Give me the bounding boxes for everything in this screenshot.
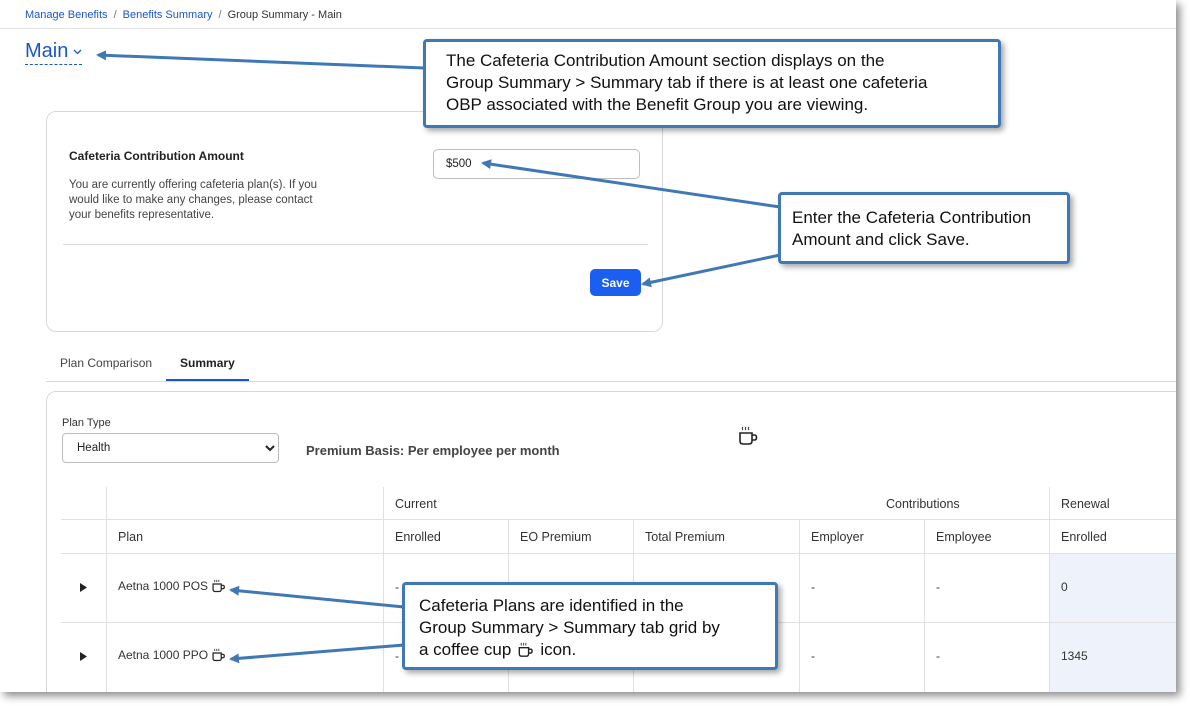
callout-line: Group Summary > Summary tab grid by	[419, 618, 720, 637]
breadcrumb-manage-benefits[interactable]: Manage Benefits	[25, 9, 108, 21]
coffee-cup-icon	[212, 579, 225, 593]
grid-col-divider	[1049, 487, 1050, 692]
page-title: Main	[25, 40, 69, 62]
breadcrumb-current: Group Summary - Main	[227, 9, 342, 21]
row-employer: -	[811, 580, 815, 594]
annotation-callout-enter-amount: Enter the Cafeteria Contribution Amount …	[778, 192, 1070, 264]
breadcrumb: Manage Benefits / Benefits Summary / Gro…	[25, 9, 342, 21]
grid-col-divider	[106, 487, 107, 692]
header-divider	[0, 28, 1176, 29]
breadcrumb-benefits-summary[interactable]: Benefits Summary	[123, 9, 213, 21]
annotation-callout-coffee-cup: Cafeteria Plans are identified in the Gr…	[402, 582, 778, 670]
tab-summary[interactable]: Summary	[166, 348, 249, 382]
callout-text: icon.	[540, 640, 577, 659]
column-header-employer[interactable]: Employer	[811, 530, 864, 544]
plan-type-select[interactable]: Health	[62, 433, 279, 463]
column-header-enrolled[interactable]: Enrolled	[395, 530, 441, 544]
tabs-divider	[46, 381, 1176, 382]
expand-row-icon[interactable]	[79, 582, 88, 593]
callout-text: a coffee cup	[419, 640, 512, 659]
callout-line: Enter the Cafeteria Contribution	[792, 208, 1032, 227]
coffee-cup-icon	[212, 648, 225, 662]
cafeteria-amount-input[interactable]	[433, 149, 640, 179]
callout-line: Cafeteria Plans are identified in the	[419, 596, 684, 615]
grid-col-divider	[799, 519, 800, 692]
chevron-down-icon	[73, 49, 82, 54]
breadcrumb-separator: /	[218, 9, 222, 21]
plan-name: Aetna 1000 POS	[118, 579, 209, 593]
cafeteria-contribution-card: Cafeteria Contribution Amount You are cu…	[46, 111, 663, 332]
tab-bar: Plan Comparison Summary	[46, 348, 249, 382]
cafeteria-description: You are currently offering cafeteria pla…	[69, 179, 318, 221]
save-button[interactable]: Save	[590, 269, 641, 296]
row-employee: -	[936, 580, 940, 594]
table-row-plan: Aetna 1000 PPO	[118, 648, 226, 662]
row-employer: -	[811, 649, 815, 663]
group-header-current: Current	[395, 497, 437, 511]
callout-line: Group Summary > Summary tab if there is …	[446, 73, 928, 92]
callout-line: Amount and click Save.	[792, 230, 970, 249]
grid-col-divider	[924, 519, 925, 692]
breadcrumb-separator: /	[113, 9, 117, 21]
coffee-cup-icon	[518, 642, 534, 657]
grid-col-divider	[383, 487, 384, 692]
expand-row-icon[interactable]	[79, 651, 88, 662]
group-header-renewal: Renewal	[1061, 497, 1110, 511]
plan-type-label: Plan Type	[62, 417, 111, 429]
page-title-dropdown[interactable]: Main	[25, 40, 83, 65]
callout-line: The Cafeteria Contribution Amount sectio…	[446, 51, 885, 70]
row-employee: -	[936, 649, 940, 663]
row-renewal-enrolled: 1345	[1061, 649, 1088, 663]
grid-row-divider	[61, 519, 1176, 520]
tab-plan-comparison[interactable]: Plan Comparison	[46, 348, 166, 382]
column-header-employee[interactable]: Employee	[936, 530, 992, 544]
row-enrolled: -	[395, 649, 399, 663]
group-header-contributions: Contributions	[886, 497, 960, 511]
row-enrolled: -	[395, 580, 399, 594]
premium-basis-text: Premium Basis: Per employee per month	[306, 443, 560, 458]
column-header-plan[interactable]: Plan	[118, 530, 143, 544]
card-divider	[63, 244, 648, 245]
annotation-callout-cafeteria-section: The Cafeteria Contribution Amount sectio…	[423, 39, 1001, 128]
column-header-total-premium[interactable]: Total Premium	[645, 530, 725, 544]
coffee-cup-icon	[739, 426, 758, 445]
callout-line: OBP associated with the Benefit Group yo…	[446, 95, 869, 114]
row-renewal-enrolled: 0	[1061, 580, 1068, 594]
grid-row-divider	[61, 553, 1176, 554]
column-header-eo-premium[interactable]: EO Premium	[520, 530, 592, 544]
plan-name: Aetna 1000 PPO	[118, 648, 209, 662]
table-row-plan: Aetna 1000 POS	[118, 579, 226, 593]
cafeteria-title: Cafeteria Contribution Amount	[69, 149, 244, 163]
column-header-renewal-enrolled[interactable]: Enrolled	[1061, 530, 1107, 544]
callout-line-last: a coffee cup icon.	[419, 639, 775, 661]
